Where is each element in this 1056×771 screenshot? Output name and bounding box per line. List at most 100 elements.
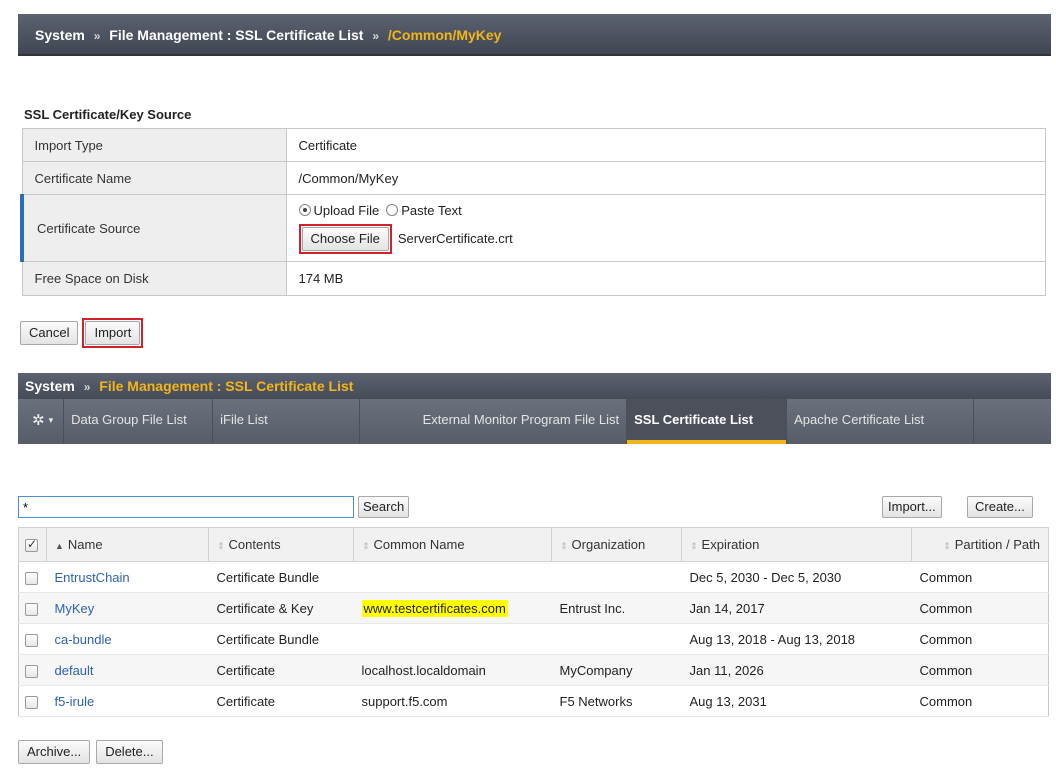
cell-expiration: Aug 13, 2031 [681,685,912,717]
section-title: SSL Certificate/Key Source [24,107,192,122]
select-all-checkbox[interactable] [25,537,38,553]
cell-partition: Common [911,623,1049,655]
sort-icon: ⇕ [560,541,568,551]
import-callout: Import [82,318,144,348]
certificate-name-link[interactable]: default [55,663,94,678]
cell-organization [551,561,682,593]
tab-external-monitor-program-file-list[interactable]: External Monitor Program File List [360,399,628,444]
list-actions: Archive... Delete... [18,740,163,764]
cell-common-name [353,561,552,593]
paste-text-radio[interactable] [386,204,399,216]
cell-contents: Certificate [208,685,354,717]
column-name[interactable]: ▲ Name [46,527,209,562]
row-checkbox[interactable] [25,695,38,709]
edit-breadcrumb: System » File Management : SSL Certifica… [18,14,1051,56]
paste-text-label[interactable]: Paste Text [401,203,461,218]
file-chooser: Choose File ServerCertificate.crt [298,223,1046,254]
certificate-name-row: Certificate Name /Common/MyKey [21,161,1046,195]
breadcrumb-current: File Management : SSL Certificate List [99,378,354,394]
cancel-button[interactable]: Cancel [20,321,79,345]
gear-icon: ✲ [32,412,45,429]
cell-organization: MyCompany [551,654,682,686]
import-button[interactable]: Import [85,321,141,345]
gear-menu[interactable]: ✲ ▾ [18,399,65,444]
cell-expiration: Aug 13, 2018 - Aug 13, 2018 [681,623,912,655]
column-common-name[interactable]: ⇕ Common Name [353,527,552,562]
certificate-name-label: Certificate Name [21,161,287,195]
table-row: EntrustChain Certificate Bundle Dec 5, 2… [18,561,1049,593]
archive-button[interactable]: Archive... [18,740,91,764]
certificate-source-label: Certificate Source [20,194,287,262]
delete-button[interactable]: Delete... [96,740,163,764]
cell-organization [551,623,682,655]
cell-expiration: Dec 5, 2030 - Dec 5, 2030 [681,561,912,593]
import-type-value: Certificate [285,128,1046,162]
tab-ifile-list[interactable]: iFile List [213,399,361,444]
choose-file-callout: Choose File [298,223,392,254]
certificate-name-link[interactable]: f5-irule [55,694,95,709]
search-bar: Search Import... Create... [18,496,1051,520]
breadcrumb-separator: » [93,29,101,43]
breadcrumb-separator: » [372,29,379,43]
row-checkbox[interactable] [25,602,38,616]
cell-organization: Entrust Inc. [551,592,682,624]
source-radio-group: Upload File Paste Text [298,203,1046,218]
select-all-header [18,527,47,562]
table-row: f5-irule Certificate support.f5.com F5 N… [18,685,1049,717]
breadcrumb-separator: » [83,380,91,394]
column-contents[interactable]: ⇕ Contents [208,527,354,562]
certificate-source-form: Import Type Certificate Certificate Name… [20,128,1046,296]
row-checkbox[interactable] [25,571,38,585]
column-partition-path[interactable]: ⇕ Partition / Path [911,527,1049,562]
tab-apache-certificate-list[interactable]: Apache Certificate List [787,399,975,444]
free-space-value: 174 MB [285,261,1046,296]
sort-icon: ⇕ [217,541,225,551]
search-button[interactable]: Search [358,496,410,518]
import-type-row: Import Type Certificate [21,128,1046,162]
certificate-table: ▲Name ⇕Contents ⇕Common Name ⇕Organizati… [18,527,1049,717]
search-input[interactable] [18,496,354,518]
breadcrumb-section[interactable]: File Management : SSL Certificate List [109,27,363,43]
cell-expiration: Jan 11, 2026 [681,654,912,686]
cell-common-name [353,623,552,655]
row-checkbox[interactable] [25,633,38,647]
certificate-name-link[interactable]: ca-bundle [55,632,112,647]
sort-icon: ⇕ [362,541,370,551]
chevron-down-icon: ▾ [48,415,54,425]
sort-icon: ⇕ [690,541,698,551]
chosen-file-name: ServerCertificate.crt [397,231,513,246]
breadcrumb-root[interactable]: System [25,378,75,394]
cell-contents: Certificate [208,654,354,686]
cell-contents: Certificate & Key [208,592,354,624]
choose-file-button[interactable]: Choose File [301,226,389,251]
column-expiration[interactable]: ⇕ Expiration [681,527,912,562]
certificate-name-link[interactable]: EntrustChain [55,570,130,585]
breadcrumb-root[interactable]: System [35,27,85,43]
row-checkbox[interactable] [25,664,38,678]
cell-partition: Common [911,685,1049,717]
cell-partition: Common [911,561,1049,593]
column-organization[interactable]: ⇕ Organization [551,527,682,562]
free-space-label: Free Space on Disk [21,261,287,296]
table-row: ca-bundle Certificate Bundle Aug 13, 201… [18,623,1049,655]
tab-bar: ✲ ▾ Data Group File List iFile List Exter… [18,399,1051,444]
table-row: default Certificate localhost.localdomai… [18,654,1049,686]
free-space-row: Free Space on Disk 174 MB [21,261,1046,296]
form-actions: Cancel Import [20,318,144,348]
create-button[interactable]: Create... [967,496,1033,518]
upload-file-radio[interactable] [298,204,311,216]
certificate-name-link[interactable]: MyKey [55,601,95,616]
cell-organization: F5 Networks [551,685,682,717]
cell-partition: Common [911,654,1049,686]
import-list-button[interactable]: Import... [882,496,942,518]
cell-common-name: localhost.localdomain [353,654,552,686]
upload-file-label[interactable]: Upload File [314,203,380,218]
import-type-label: Import Type [21,128,287,162]
certificate-name-value: /Common/MyKey [285,161,1046,195]
certificate-source-value: Upload File Paste Text Choose File Serve… [285,194,1046,262]
highlighted-common-name: www.testcertificates.com [361,599,508,617]
tab-ssl-certificate-list[interactable]: SSL Certificate List [627,399,788,444]
list-breadcrumb: System » File Management : SSL Certifica… [18,373,1051,399]
cell-contents: Certificate Bundle [208,561,354,593]
tab-data-group-file-list[interactable]: Data Group File List [64,399,214,444]
